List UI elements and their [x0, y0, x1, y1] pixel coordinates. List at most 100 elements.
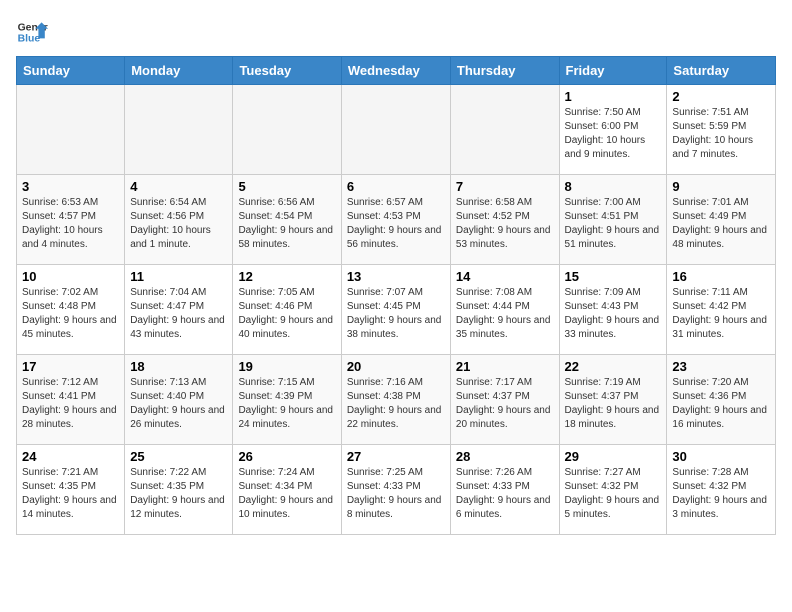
day-info: Sunrise: 7:17 AM Sunset: 4:37 PM Dayligh… — [456, 376, 554, 432]
day-info: Sunrise: 7:01 AM Sunset: 4:49 PM Dayligh… — [672, 196, 770, 252]
day-cell: 24 Sunrise: 7:21 AM Sunset: 4:35 PM Dayli… — [17, 445, 125, 535]
day-number: 25 — [130, 449, 227, 464]
day-number: 28 — [456, 449, 554, 464]
day-info: Sunrise: 7:02 AM Sunset: 4:48 PM Dayligh… — [22, 286, 119, 342]
day-number: 29 — [565, 449, 662, 464]
weekday-monday: Monday — [125, 57, 233, 85]
day-cell: 9 Sunrise: 7:01 AM Sunset: 4:49 PM Daylig… — [667, 175, 776, 265]
day-cell: 30 Sunrise: 7:28 AM Sunset: 4:32 PM Dayli… — [667, 445, 776, 535]
day-number: 11 — [130, 269, 227, 284]
day-info: Sunrise: 7:21 AM Sunset: 4:35 PM Dayligh… — [22, 466, 119, 522]
day-number: 3 — [22, 179, 119, 194]
day-number: 7 — [456, 179, 554, 194]
day-number: 4 — [130, 179, 227, 194]
day-info: Sunrise: 7:04 AM Sunset: 4:47 PM Dayligh… — [130, 286, 227, 342]
day-cell: 29 Sunrise: 7:27 AM Sunset: 4:32 PM Dayli… — [559, 445, 667, 535]
day-info: Sunrise: 7:28 AM Sunset: 4:32 PM Dayligh… — [672, 466, 770, 522]
weekday-header-row: SundayMondayTuesdayWednesdayThursdayFrid… — [17, 57, 776, 85]
logo: General Blue — [16, 16, 48, 48]
day-number: 14 — [456, 269, 554, 284]
weekday-wednesday: Wednesday — [341, 57, 450, 85]
week-row-3: 10 Sunrise: 7:02 AM Sunset: 4:48 PM Dayli… — [17, 265, 776, 355]
week-row-2: 3 Sunrise: 6:53 AM Sunset: 4:57 PM Daylig… — [17, 175, 776, 265]
day-number: 20 — [347, 359, 445, 374]
day-cell — [450, 85, 559, 175]
day-info: Sunrise: 7:50 AM Sunset: 6:00 PM Dayligh… — [565, 106, 662, 162]
day-cell: 18 Sunrise: 7:13 AM Sunset: 4:40 PM Dayli… — [125, 355, 233, 445]
day-cell: 17Sunrise: 7:12 AM Sunset: 4:41 PM Dayli… — [17, 355, 125, 445]
day-number: 15 — [565, 269, 662, 284]
day-info: Sunrise: 6:57 AM Sunset: 4:53 PM Dayligh… — [347, 196, 445, 252]
day-cell: 6 Sunrise: 6:57 AM Sunset: 4:53 PM Daylig… — [341, 175, 450, 265]
day-cell — [233, 85, 341, 175]
day-number: 23 — [672, 359, 770, 374]
weekday-thursday: Thursday — [450, 57, 559, 85]
logo-icon: General Blue — [16, 16, 48, 48]
day-cell: 23 Sunrise: 7:20 AM Sunset: 4:36 PM Dayli… — [667, 355, 776, 445]
day-cell: 26Sunrise: 7:24 AM Sunset: 4:34 PM Dayli… — [233, 445, 341, 535]
day-info: Sunrise: 7:16 AM Sunset: 4:38 PM Dayligh… — [347, 376, 445, 432]
day-info: Sunrise: 7:05 AM Sunset: 4:46 PM Dayligh… — [238, 286, 335, 342]
day-cell: 3 Sunrise: 6:53 AM Sunset: 4:57 PM Daylig… — [17, 175, 125, 265]
calendar-table: SundayMondayTuesdayWednesdayThursdayFrid… — [16, 56, 776, 535]
day-info: Sunrise: 7:15 AM Sunset: 4:39 PM Dayligh… — [238, 376, 335, 432]
day-cell — [17, 85, 125, 175]
day-cell: 4 Sunrise: 6:54 AM Sunset: 4:56 PM Daylig… — [125, 175, 233, 265]
day-info: Sunrise: 7:25 AM Sunset: 4:33 PM Dayligh… — [347, 466, 445, 522]
day-cell: 25Sunrise: 7:22 AM Sunset: 4:35 PM Dayli… — [125, 445, 233, 535]
day-number: 9 — [672, 179, 770, 194]
day-cell: 14 Sunrise: 7:08 AM Sunset: 4:44 PM Dayli… — [450, 265, 559, 355]
calendar-body: 1Sunrise: 7:50 AM Sunset: 6:00 PM Daylig… — [17, 85, 776, 535]
day-info: Sunrise: 7:08 AM Sunset: 4:44 PM Dayligh… — [456, 286, 554, 342]
day-cell: 15 Sunrise: 7:09 AM Sunset: 4:43 PM Dayli… — [559, 265, 667, 355]
svg-text:Blue: Blue — [18, 34, 41, 45]
day-number: 2 — [672, 89, 770, 104]
week-row-1: 1Sunrise: 7:50 AM Sunset: 6:00 PM Daylig… — [17, 85, 776, 175]
weekday-friday: Friday — [559, 57, 667, 85]
day-cell: 8 Sunrise: 7:00 AM Sunset: 4:51 PM Daylig… — [559, 175, 667, 265]
day-info: Sunrise: 7:11 AM Sunset: 4:42 PM Dayligh… — [672, 286, 770, 342]
day-number: 13 — [347, 269, 445, 284]
day-number: 12 — [238, 269, 335, 284]
day-info: Sunrise: 6:56 AM Sunset: 4:54 PM Dayligh… — [238, 196, 335, 252]
day-cell: 7Sunrise: 6:58 AM Sunset: 4:52 PM Daylig… — [450, 175, 559, 265]
day-cell: 1Sunrise: 7:50 AM Sunset: 6:00 PM Daylig… — [559, 85, 667, 175]
day-info: Sunrise: 7:13 AM Sunset: 4:40 PM Dayligh… — [130, 376, 227, 432]
day-info: Sunrise: 7:51 AM Sunset: 5:59 PM Dayligh… — [672, 106, 770, 162]
day-number: 17 — [22, 359, 119, 374]
day-number: 8 — [565, 179, 662, 194]
day-number: 18 — [130, 359, 227, 374]
day-number: 10 — [22, 269, 119, 284]
day-info: Sunrise: 6:53 AM Sunset: 4:57 PM Dayligh… — [22, 196, 119, 252]
day-cell: 11 Sunrise: 7:04 AM Sunset: 4:47 PM Dayli… — [125, 265, 233, 355]
day-info: Sunrise: 7:19 AM Sunset: 4:37 PM Dayligh… — [565, 376, 662, 432]
day-number: 19 — [238, 359, 335, 374]
day-cell: 21Sunrise: 7:17 AM Sunset: 4:37 PM Dayli… — [450, 355, 559, 445]
day-cell: 10 Sunrise: 7:02 AM Sunset: 4:48 PM Dayli… — [17, 265, 125, 355]
day-info: Sunrise: 7:00 AM Sunset: 4:51 PM Dayligh… — [565, 196, 662, 252]
weekday-saturday: Saturday — [667, 57, 776, 85]
day-cell: 19 Sunrise: 7:15 AM Sunset: 4:39 PM Dayli… — [233, 355, 341, 445]
day-cell: 20 Sunrise: 7:16 AM Sunset: 4:38 PM Dayli… — [341, 355, 450, 445]
page-header: General Blue — [16, 16, 776, 48]
day-number: 6 — [347, 179, 445, 194]
day-cell: 28 Sunrise: 7:26 AM Sunset: 4:33 PM Dayli… — [450, 445, 559, 535]
day-info: Sunrise: 7:09 AM Sunset: 4:43 PM Dayligh… — [565, 286, 662, 342]
day-cell — [125, 85, 233, 175]
day-info: Sunrise: 7:27 AM Sunset: 4:32 PM Dayligh… — [565, 466, 662, 522]
day-info: Sunrise: 7:20 AM Sunset: 4:36 PM Dayligh… — [672, 376, 770, 432]
day-info: Sunrise: 7:26 AM Sunset: 4:33 PM Dayligh… — [456, 466, 554, 522]
day-number: 22 — [565, 359, 662, 374]
week-row-5: 24 Sunrise: 7:21 AM Sunset: 4:35 PM Dayli… — [17, 445, 776, 535]
weekday-tuesday: Tuesday — [233, 57, 341, 85]
day-cell: 5 Sunrise: 6:56 AM Sunset: 4:54 PM Daylig… — [233, 175, 341, 265]
day-cell: 27Sunrise: 7:25 AM Sunset: 4:33 PM Dayli… — [341, 445, 450, 535]
day-number: 5 — [238, 179, 335, 194]
weekday-sunday: Sunday — [17, 57, 125, 85]
day-cell: 13Sunrise: 7:07 AM Sunset: 4:45 PM Dayli… — [341, 265, 450, 355]
day-number: 30 — [672, 449, 770, 464]
day-number: 24 — [22, 449, 119, 464]
day-info: Sunrise: 6:54 AM Sunset: 4:56 PM Dayligh… — [130, 196, 227, 252]
week-row-4: 17Sunrise: 7:12 AM Sunset: 4:41 PM Dayli… — [17, 355, 776, 445]
day-cell: 2 Sunrise: 7:51 AM Sunset: 5:59 PM Daylig… — [667, 85, 776, 175]
